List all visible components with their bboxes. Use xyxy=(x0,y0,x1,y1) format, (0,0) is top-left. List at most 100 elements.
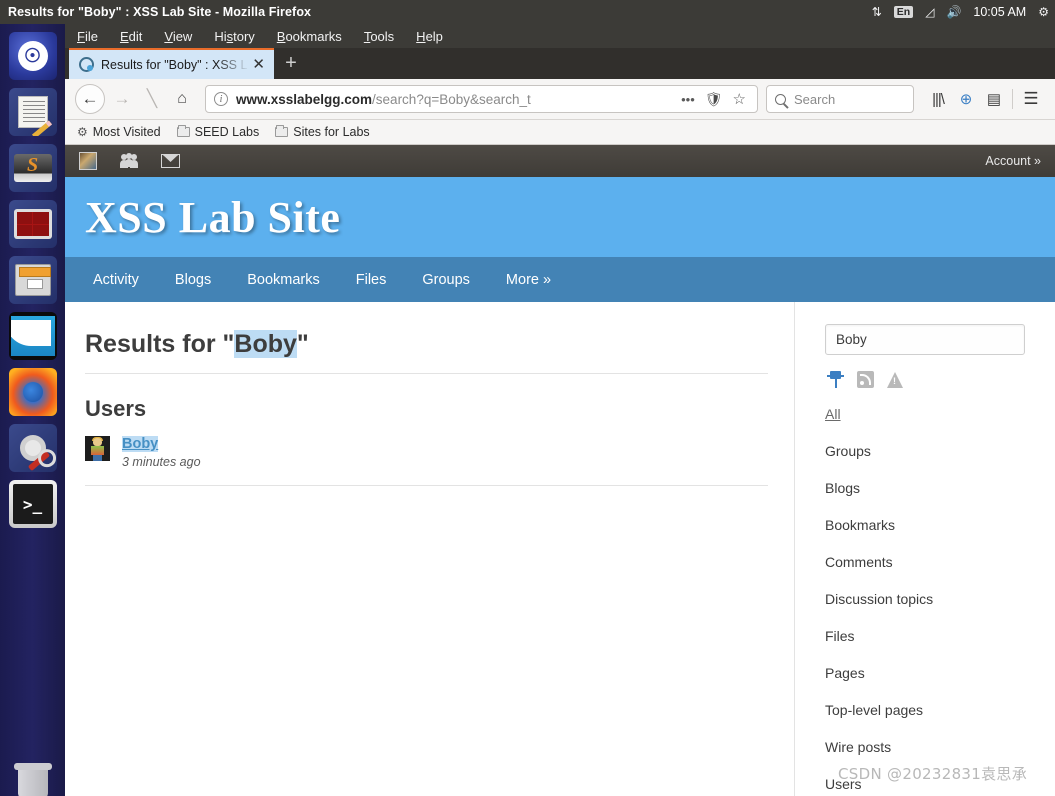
shield-icon[interactable]: 🛡 xyxy=(700,91,728,108)
sidebar-item-all[interactable]: All xyxy=(825,406,841,422)
sidebar-search-input[interactable]: Boby xyxy=(825,324,1025,355)
menu-bookmarks[interactable]: Bookmarks xyxy=(277,29,342,44)
nav-item-groups[interactable]: Groups xyxy=(422,272,470,288)
folder-icon xyxy=(176,125,190,137)
tab-strip: Results for "Boby" : XSS L ✕ + xyxy=(65,48,1055,79)
text-editor-icon[interactable] xyxy=(8,88,57,136)
result-user-link[interactable]: Boby xyxy=(122,436,159,452)
toolbar-separator xyxy=(1012,89,1013,109)
user-avatar-icon[interactable] xyxy=(85,436,110,461)
sync-account-icon[interactable]: ⊕ xyxy=(952,85,980,113)
people-icon[interactable] xyxy=(119,153,139,169)
power-gear-icon[interactable]: ⚙ xyxy=(1038,6,1049,18)
wireshark-icon[interactable] xyxy=(8,312,57,360)
sidebar-toggle-icon[interactable]: ▤ xyxy=(980,85,1008,113)
report-warning-icon[interactable] xyxy=(887,371,903,388)
keyboard-layout-indicator[interactable]: En xyxy=(893,6,914,18)
library-icon[interactable]: |||\ xyxy=(924,85,952,113)
site-title: XSS Lab Site xyxy=(85,192,341,242)
account-menu[interactable]: Account » xyxy=(985,154,1041,168)
close-icon[interactable]: ✕ xyxy=(249,57,268,72)
menu-tools[interactable]: Tools xyxy=(364,29,394,44)
trash-can-shape xyxy=(13,763,52,796)
nav-item-files[interactable]: Files xyxy=(356,272,387,288)
sidebar-item-groups[interactable]: Groups xyxy=(825,443,871,459)
window-titlebar: Results for "Boby" : XSS Lab Site - Mozi… xyxy=(0,0,1055,24)
back-button[interactable]: ← xyxy=(75,84,105,114)
home-button[interactable]: ⌂ xyxy=(167,84,197,114)
sidebar-action-icons xyxy=(827,371,1037,388)
site-info-icon[interactable]: i xyxy=(214,92,228,106)
search-icon xyxy=(775,93,786,105)
sublime-box: S xyxy=(13,154,52,182)
firefox-window: Results for "Boby" : XSS Lab Site - Mozi… xyxy=(0,0,1055,796)
list-item: Comments xyxy=(825,554,1037,572)
new-tab-button[interactable]: + xyxy=(274,48,308,79)
bookmark-most-visited[interactable]: ⚙ Most Visited xyxy=(77,125,161,139)
bluetooth-icon[interactable]: ◿ xyxy=(925,6,934,18)
desktop: ☉ S >_ Results for "Boby": XSS Lab Site… xyxy=(0,0,1055,796)
bookmark-seed-labs[interactable]: SEED Labs xyxy=(176,125,259,139)
sidebar-item-files[interactable]: Files xyxy=(825,628,855,644)
menu-view[interactable]: View xyxy=(164,29,192,44)
pin-icon[interactable] xyxy=(827,371,844,388)
file-manager-icon[interactable] xyxy=(8,256,57,304)
menu-edit[interactable]: Edit xyxy=(120,29,142,44)
sublime-text-icon[interactable]: S xyxy=(8,144,57,192)
menu-file[interactable]: File xyxy=(77,29,98,44)
url-text: www.xsslabelgg.com/search?q=Boby&search_… xyxy=(236,92,676,107)
ubuntu-glyph: ☉ xyxy=(17,41,48,71)
volume-icon[interactable]: 🔊 xyxy=(946,6,961,18)
red-terminal-icon[interactable] xyxy=(8,200,57,248)
reload-button[interactable]: ╲ xyxy=(137,84,167,114)
hamburger-menu-icon[interactable]: ☰ xyxy=(1017,85,1045,113)
envelope-icon[interactable] xyxy=(161,154,180,168)
ubuntu-logo-icon[interactable]: ☉ xyxy=(8,32,57,80)
sidebar-item-discussion-topics[interactable]: Discussion topics xyxy=(825,591,933,607)
list-item: Wire posts xyxy=(825,739,1037,757)
network-up-down-icon[interactable]: ⇅ xyxy=(872,6,882,18)
site-body: Results for "Boby" Users Boby 3 minutes … xyxy=(65,302,1055,796)
page-actions-icon[interactable]: ••• xyxy=(676,92,700,107)
list-item: Blogs xyxy=(825,480,1037,498)
fin-shape xyxy=(10,316,55,356)
sidebar-filter-list: All Groups Blogs Bookmarks Comments Disc… xyxy=(825,406,1037,796)
search-input[interactable]: Search xyxy=(766,85,914,113)
sidebar-item-top-level-pages[interactable]: Top-level pages xyxy=(825,702,923,718)
system-settings-icon[interactable] xyxy=(8,424,57,472)
list-item: Bookmarks xyxy=(825,517,1037,535)
url-bar[interactable]: i www.xsslabelgg.com/search?q=Boby&searc… xyxy=(205,85,758,113)
sidebar-item-comments[interactable]: Comments xyxy=(825,554,893,570)
sidebar-item-blogs[interactable]: Blogs xyxy=(825,480,860,496)
nav-item-more[interactable]: More » xyxy=(506,272,551,288)
nav-item-bookmarks[interactable]: Bookmarks xyxy=(247,272,320,288)
watermark: CSDN @20232831袁思承 xyxy=(838,765,1027,783)
system-tray: ⇅ En ◿ 🔊 10:05 AM ⚙ xyxy=(872,0,1049,24)
firefox-icon[interactable] xyxy=(8,368,57,416)
bookmark-label: Sites for Labs xyxy=(293,125,370,139)
tab-active[interactable]: Results for "Boby" : XSS L ✕ xyxy=(69,48,274,79)
ubuntu-launcher: ☉ S >_ xyxy=(0,0,65,796)
result-timestamp: 3 minutes ago xyxy=(122,455,201,469)
nav-item-blogs[interactable]: Blogs xyxy=(175,272,211,288)
terminal-icon[interactable]: >_ xyxy=(8,480,57,528)
bookmarks-toolbar: ⚙ Most Visited SEED Labs Sites for Labs xyxy=(65,120,1055,145)
main-content: Results for "Boby" Users Boby 3 minutes … xyxy=(65,302,795,796)
sidebar-item-pages[interactable]: Pages xyxy=(825,665,865,681)
sidebar-item-wire-posts[interactable]: Wire posts xyxy=(825,739,891,755)
forward-button[interactable]: → xyxy=(107,84,137,114)
user-avatar-icon[interactable] xyxy=(79,152,97,170)
trash-icon[interactable] xyxy=(9,757,57,796)
bookmark-star-icon[interactable]: ☆ xyxy=(728,90,751,108)
site-topbar: Account » xyxy=(65,145,1055,177)
paper-shape xyxy=(17,96,48,128)
menu-history[interactable]: History xyxy=(214,29,254,44)
sidebar-item-bookmarks[interactable]: Bookmarks xyxy=(825,517,895,533)
terminal-prompt: >_ xyxy=(12,484,53,524)
search-result-row[interactable]: Boby 3 minutes ago xyxy=(85,436,768,486)
rss-icon[interactable] xyxy=(857,371,874,388)
menu-help[interactable]: Help xyxy=(416,29,443,44)
nav-item-activity[interactable]: Activity xyxy=(93,272,139,288)
clock[interactable]: 10:05 AM xyxy=(973,5,1026,19)
bookmark-sites-for-labs[interactable]: Sites for Labs xyxy=(275,125,370,139)
